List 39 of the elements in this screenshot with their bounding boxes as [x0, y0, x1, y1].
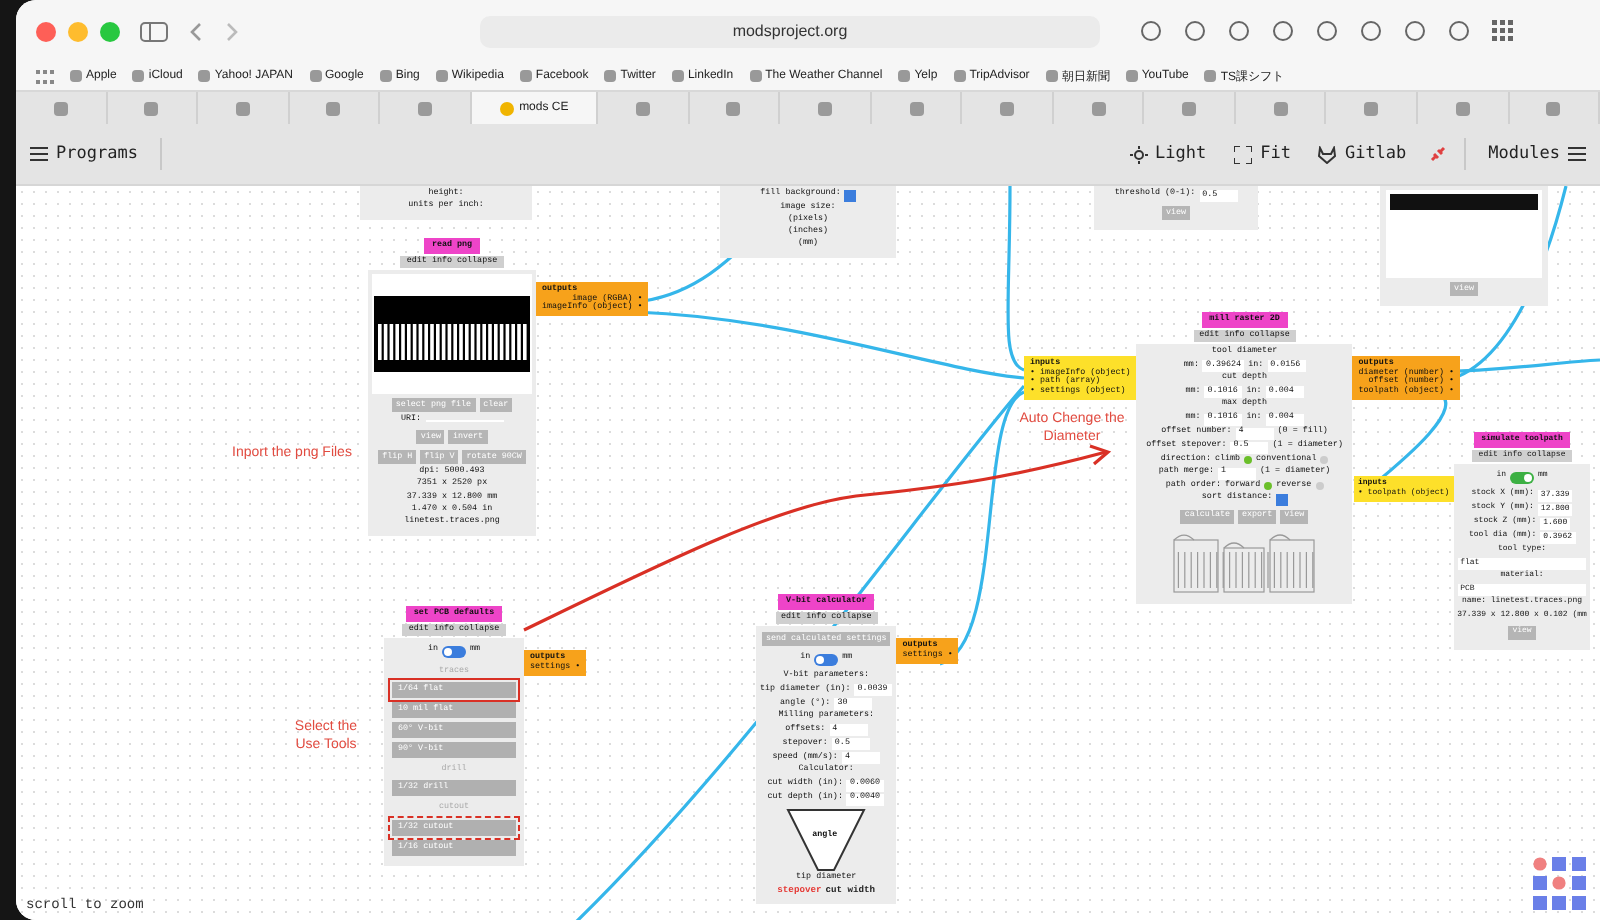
- toolbar-icon[interactable]: [1272, 20, 1294, 42]
- toolbar-icon[interactable]: [1404, 20, 1426, 42]
- toolbar-icon[interactable]: [1140, 20, 1162, 42]
- checkbox[interactable]: [1276, 494, 1288, 506]
- grid-icon[interactable]: [36, 69, 54, 83]
- toolbar-button[interactable]: Fit: [1228, 140, 1297, 168]
- toolbar-icon[interactable]: [1228, 20, 1250, 42]
- toggle-switch[interactable]: [1510, 472, 1535, 484]
- link-icon[interactable]: [1428, 144, 1449, 164]
- v-bit-drawing: [786, 807, 867, 872]
- radio-button[interactable]: [1320, 456, 1329, 465]
- toolbar-icon[interactable]: [1448, 20, 1470, 42]
- modules-button[interactable]: Modules: [1482, 140, 1592, 168]
- fox-icon: [1318, 145, 1337, 163]
- sidebar-icon[interactable]: [140, 21, 168, 41]
- menu-icon: [1568, 146, 1586, 162]
- toolbar-icon[interactable]: [1184, 20, 1206, 42]
- close-button[interactable]: [36, 21, 56, 41]
- radio-button[interactable]: [1315, 482, 1324, 491]
- toolbar-icon[interactable]: [1316, 20, 1338, 42]
- fit-icon: [1234, 145, 1253, 163]
- forward-icon[interactable]: [224, 21, 240, 41]
- minimize-button[interactable]: [68, 21, 88, 41]
- radio-button[interactable]: [1244, 456, 1253, 465]
- grid-icon[interactable]: [1492, 20, 1514, 42]
- toolbar-icon[interactable]: [1360, 20, 1382, 42]
- sun-icon: [1129, 145, 1147, 163]
- logo-icon: [1532, 856, 1592, 912]
- toggle-switch[interactable]: [814, 654, 839, 666]
- toolbar-button[interactable]: Gitlab: [1312, 140, 1413, 168]
- address-bar[interactable]: modsproject.org: [480, 15, 1100, 47]
- programs-button[interactable]: Programs: [24, 140, 144, 168]
- toolbar-button[interactable]: Light: [1123, 140, 1213, 168]
- back-icon[interactable]: [188, 21, 204, 41]
- checkbox[interactable]: [844, 190, 856, 201]
- radio-button[interactable]: [1264, 482, 1273, 491]
- toggle-switch[interactable]: [442, 646, 466, 658]
- menu-icon: [30, 146, 48, 162]
- zoom-button[interactable]: [100, 21, 120, 41]
